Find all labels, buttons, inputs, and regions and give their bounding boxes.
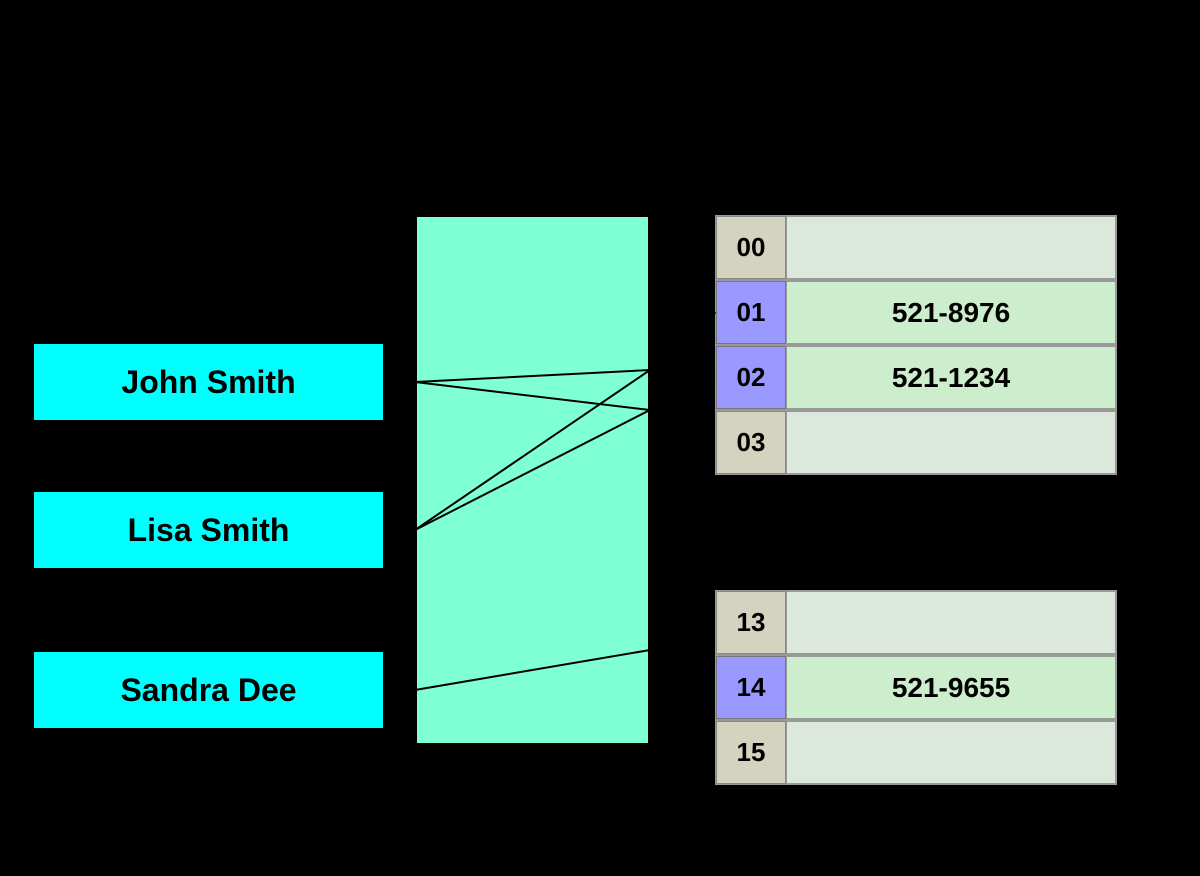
- hash-block: [415, 215, 650, 745]
- addr-row-13: 13: [715, 590, 1117, 655]
- person-sandra-label: Sandra Dee: [120, 672, 296, 709]
- addr-row-03: 03: [715, 410, 1117, 475]
- addr-row-00: 00: [715, 215, 1117, 280]
- addr-value-00: [786, 216, 1116, 279]
- addr-value-13: [786, 591, 1116, 654]
- person-john-label: John Smith: [121, 364, 295, 401]
- addr-value-15: [786, 721, 1116, 784]
- addr-index-00: 00: [716, 216, 786, 279]
- address-table-bottom: 13 14 521-9655 15: [715, 590, 1117, 785]
- person-sandra: Sandra Dee: [32, 650, 385, 730]
- addr-index-02: 02: [716, 346, 786, 409]
- person-john: John Smith: [32, 342, 385, 422]
- diagram-container: John Smith Lisa Smith Sandra Dee 00 01 5…: [0, 0, 1200, 876]
- addr-row-01: 01 521-8976: [715, 280, 1117, 345]
- addr-index-13: 13: [716, 591, 786, 654]
- address-table-top: 00 01 521-8976 02 521-1234 03: [715, 215, 1117, 475]
- addr-row-14: 14 521-9655: [715, 655, 1117, 720]
- addr-index-15: 15: [716, 721, 786, 784]
- addr-value-02: 521-1234: [786, 346, 1116, 409]
- addr-value-14: 521-9655: [786, 656, 1116, 719]
- addr-index-03: 03: [716, 411, 786, 474]
- addr-value-01: 521-8976: [786, 281, 1116, 344]
- person-lisa-label: Lisa Smith: [128, 512, 290, 549]
- addr-value-03: [786, 411, 1116, 474]
- addr-index-14: 14: [716, 656, 786, 719]
- addr-row-02: 02 521-1234: [715, 345, 1117, 410]
- addr-index-01: 01: [716, 281, 786, 344]
- addr-row-15: 15: [715, 720, 1117, 785]
- person-lisa: Lisa Smith: [32, 490, 385, 570]
